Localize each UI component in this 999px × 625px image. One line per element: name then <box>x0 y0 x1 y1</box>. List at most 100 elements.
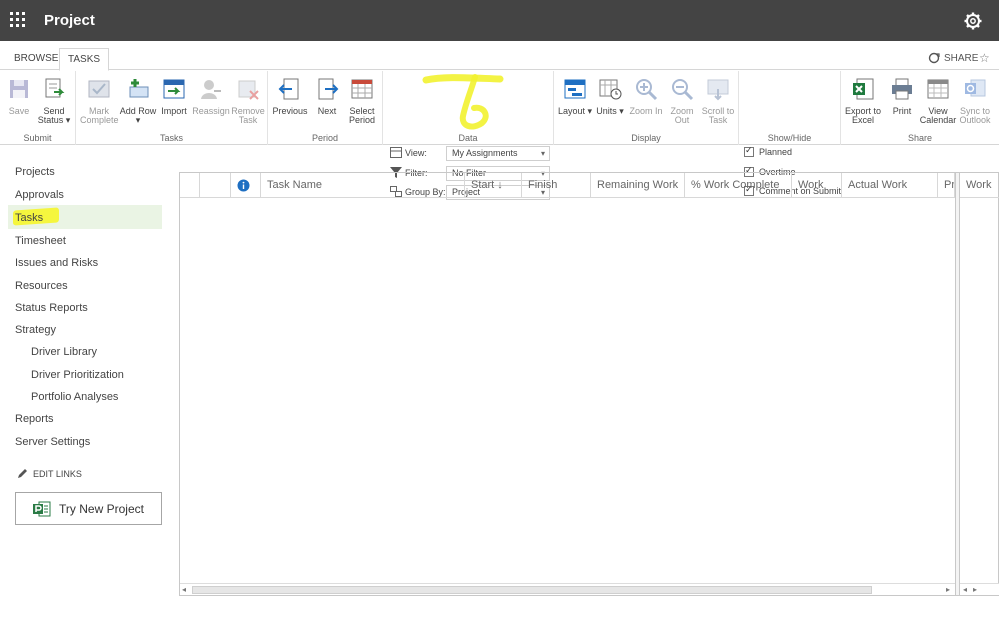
tab-tasks[interactable]: TASKS <box>59 48 110 71</box>
save-icon <box>10 80 28 98</box>
group-label-showhide: Show/Hide <box>767 133 812 143</box>
scroll-to-task-icon <box>707 79 729 101</box>
nav-item-portfolio-analyses[interactable]: Portfolio Analyses <box>31 391 118 403</box>
send-status-button[interactable]: Send Status ▾ <box>35 77 73 125</box>
column-task-name[interactable]: Task Name <box>261 173 465 198</box>
next-label: Next <box>317 106 337 116</box>
export-to-excel-button[interactable]: Export to Excel <box>843 77 883 125</box>
app-title[interactable]: Project <box>44 12 95 29</box>
view-dropdown[interactable]: My Assignments <box>446 146 550 161</box>
try-new-project-button[interactable]: Try New Project <box>15 492 162 525</box>
edit-links-label: EDIT LINKS <box>33 468 82 479</box>
grid-splitter[interactable] <box>955 173 960 595</box>
scrollbar-thumb[interactable] <box>192 586 872 594</box>
import-label: Import <box>161 106 187 116</box>
printer-icon <box>892 78 912 100</box>
column-work[interactable]: Work <box>792 173 842 198</box>
add-row-button[interactable]: Add Row ▾ <box>119 77 157 125</box>
select-period-button[interactable]: Select Period <box>343 77 381 125</box>
zoom-in-button[interactable]: Zoom In <box>627 77 665 116</box>
column-row-selector[interactable] <box>180 173 200 198</box>
mark-complete-button[interactable]: Mark Complete <box>80 77 119 125</box>
column-timephased-work[interactable]: Work <box>960 173 999 198</box>
import-icon <box>163 79 185 99</box>
horizontal-scrollbar-right[interactable]: ◂ ▸ <box>960 583 999 595</box>
nav-item-approvals[interactable]: Approvals <box>15 189 64 201</box>
nav-item-driver-prioritization[interactable]: Driver Prioritization <box>31 369 124 381</box>
nav-item-timesheet[interactable]: Timesheet <box>15 235 66 247</box>
nav-item-server-settings[interactable]: Server Settings <box>15 436 90 448</box>
ribbon-group-period: Previous Next Select Period Period <box>268 71 383 145</box>
nav-item-reports[interactable]: Reports <box>15 413 54 425</box>
export-to-excel-label: Export to Excel <box>844 106 882 125</box>
column-info[interactable] <box>231 173 261 198</box>
column-start[interactable]: Start ↓ <box>465 173 522 198</box>
waffle-icon[interactable] <box>8 10 28 30</box>
group-label-share: Share <box>907 133 933 143</box>
select-period-label: Select Period <box>348 106 375 125</box>
remove-task-icon <box>238 80 259 100</box>
outlook-sync-icon <box>965 79 986 97</box>
sync-to-outlook-button[interactable]: Sync to Outlook <box>955 77 995 125</box>
save-button[interactable]: Save <box>0 77 38 116</box>
tab-browse[interactable]: BROWSE <box>6 48 66 71</box>
ribbon-group-showhide: Show/Hide <box>739 71 841 145</box>
ribbon-group-display: Layout ▾ Units ▾ Zoom In Zoom Out Scroll… <box>554 71 739 145</box>
nav-item-projects[interactable]: Projects <box>15 166 55 178</box>
star-icon[interactable]: ☆ <box>979 51 990 65</box>
previous-button[interactable]: Previous <box>271 77 309 116</box>
group-label-period: Period <box>311 133 338 143</box>
nav-item-resources[interactable]: Resources <box>15 280 68 292</box>
planned-checkbox[interactable]: Planned <box>744 145 793 157</box>
print-label: Print <box>892 106 912 116</box>
column-actual-work[interactable]: Actual Work <box>842 173 938 198</box>
scroll-right-arrow-icon[interactable]: ▸ <box>946 584 950 596</box>
nav-item-driver-library[interactable]: Driver Library <box>31 346 97 358</box>
nav-item-strategy[interactable]: Strategy <box>15 324 56 336</box>
column-checkbox[interactable] <box>200 173 231 198</box>
layout-button[interactable]: Layout ▾ <box>556 77 594 116</box>
try-new-project-label: Try New Project <box>59 501 144 516</box>
ribbon-group-submit: Save Send Status ▾ Submit <box>0 71 76 145</box>
units-icon <box>599 79 622 100</box>
nav-item-status-reports[interactable]: Status Reports <box>15 302 88 314</box>
scroll-to-task-button[interactable]: Scroll to Task <box>699 77 737 125</box>
ribbon-group-data: Data <box>383 71 554 145</box>
view-calendar-label: View Calendar <box>919 106 957 125</box>
column-finish[interactable]: Finish <box>522 173 591 198</box>
zoom-out-label: Zoom Out <box>670 106 694 125</box>
scroll-right-arrow-icon[interactable]: ▸ <box>973 584 977 596</box>
ribbon: Save Send Status ▾ Submit Mark Complete … <box>0 71 999 200</box>
view-calendar-button[interactable]: View Calendar <box>919 77 957 125</box>
send-status-icon <box>45 78 65 98</box>
next-button[interactable]: Next <box>308 77 346 116</box>
share-button[interactable]: SHARE <box>928 52 978 64</box>
remove-task-button[interactable]: Remove Task <box>229 77 267 125</box>
scroll-left-arrow-icon[interactable]: ◂ <box>963 584 967 596</box>
planned-label: Planned <box>759 147 793 157</box>
zoom-out-button[interactable]: Zoom Out <box>663 77 701 125</box>
pencil-icon <box>18 469 27 478</box>
edit-links-button[interactable]: EDIT LINKS <box>17 468 82 479</box>
group-label-display: Display <box>631 133 661 143</box>
ribbon-group-tasks: Mark Complete Add Row ▾ Import Reassign … <box>76 71 268 145</box>
view-icon <box>390 147 402 158</box>
scroll-left-arrow-icon[interactable]: ◂ <box>182 584 186 596</box>
view-label-text: View: <box>405 147 427 158</box>
scroll-to-task-label: Scroll to Task <box>701 106 735 125</box>
column-percent-work-complete[interactable]: % Work Complete <box>685 173 792 198</box>
horizontal-scrollbar-left[interactable]: ◂ ▸ <box>180 583 955 595</box>
nav-item-issues-and-risks[interactable]: Issues and Risks <box>15 257 98 269</box>
nav-item-tasks[interactable]: Tasks <box>15 212 43 224</box>
reassign-button[interactable]: Reassign <box>192 77 230 116</box>
import-button[interactable]: Import <box>155 77 193 116</box>
calendar-grid-icon <box>351 79 373 99</box>
print-button[interactable]: Print <box>883 77 921 116</box>
checkbox-checked-icon <box>744 145 754 157</box>
zoom-in-label: Zoom In <box>629 106 663 116</box>
column-pr[interactable]: Pr <box>938 173 955 198</box>
gear-icon[interactable] <box>963 11 983 31</box>
column-remaining-work[interactable]: Remaining Work <box>591 173 685 198</box>
previous-label: Previous <box>272 106 308 116</box>
units-button[interactable]: Units ▾ <box>591 77 629 116</box>
